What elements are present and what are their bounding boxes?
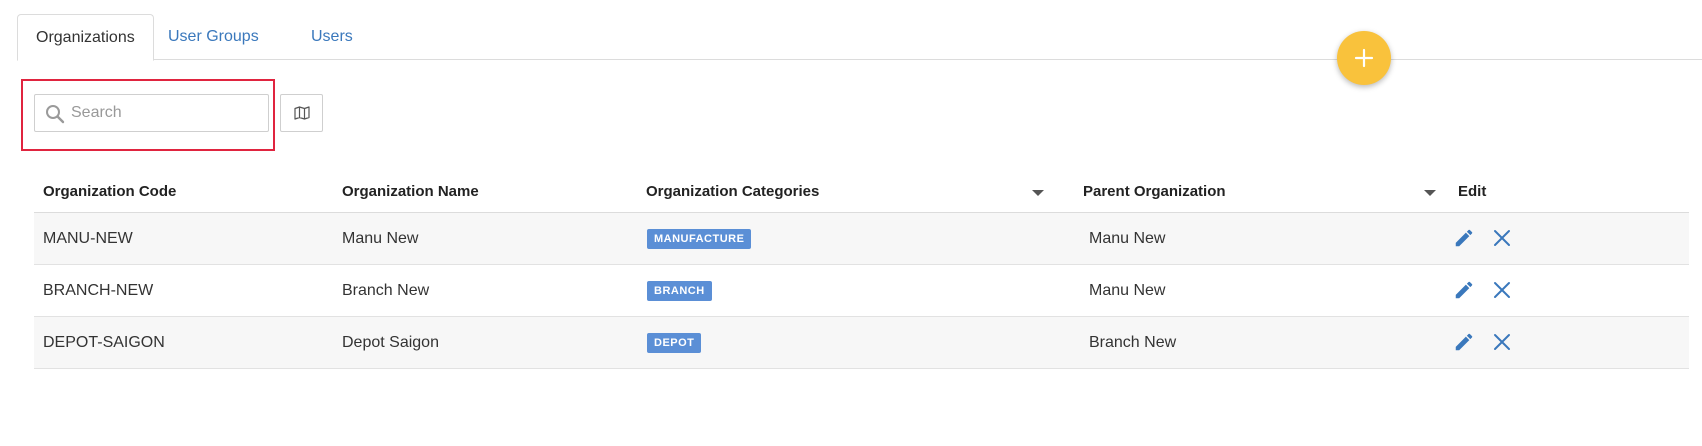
row-actions [1452, 226, 1514, 250]
cell-code: BRANCH-NEW [43, 282, 154, 299]
organizations-table: Organization Code Organization Name Orga… [34, 172, 1689, 369]
column-header-edit: Edit [1458, 183, 1487, 200]
cell-category: BRANCH [637, 265, 1074, 317]
row-actions [1452, 278, 1514, 302]
tab-bar: Organizations User Groups Users [17, 14, 1702, 61]
tab-users[interactable]: Users [293, 14, 371, 60]
table-row: BRANCH-NEW Branch New BRANCH Manu New [34, 265, 1689, 317]
close-icon [1494, 334, 1510, 350]
cell-parent: Manu New [1089, 282, 1166, 299]
search-input[interactable] [71, 95, 266, 131]
table-row: MANU-NEW Manu New MANUFACTURE Manu New [34, 213, 1689, 265]
delete-button[interactable] [1490, 278, 1514, 302]
pencil-icon [1455, 333, 1473, 351]
tab-user-groups[interactable]: User Groups [150, 14, 277, 60]
caret-down-icon[interactable] [1032, 190, 1044, 196]
category-badge: BRANCH [647, 280, 712, 301]
edit-button[interactable] [1452, 330, 1476, 354]
row-actions [1452, 330, 1514, 354]
table-header: Organization Code Organization Name Orga… [34, 172, 1689, 213]
edit-button[interactable] [1452, 226, 1476, 250]
cell-name: Depot Saigon [342, 334, 439, 351]
search-icon [46, 105, 65, 124]
edit-button[interactable] [1452, 278, 1476, 302]
pencil-icon [1455, 281, 1473, 299]
add-button[interactable] [1337, 31, 1391, 85]
delete-button[interactable] [1490, 330, 1514, 354]
table-row: DEPOT-SAIGON Depot Saigon DEPOT Branch N… [34, 317, 1689, 369]
map-icon [293, 106, 310, 120]
cell-category: MANUFACTURE [637, 213, 1074, 265]
column-header-categories-label: Organization Categories [646, 183, 820, 200]
close-icon [1494, 282, 1510, 298]
plus-icon [1354, 48, 1374, 68]
column-header-parent: Parent Organization [1074, 172, 1449, 212]
column-header-categories: Organization Categories [637, 172, 1074, 212]
caret-down-icon[interactable] [1424, 190, 1436, 196]
category-badge: MANUFACTURE [647, 228, 752, 249]
cell-code: MANU-NEW [43, 230, 133, 247]
column-header-parent-label: Parent Organization [1083, 183, 1226, 200]
cell-parent: Manu New [1089, 230, 1166, 247]
pencil-icon [1455, 229, 1473, 247]
category-badge: DEPOT [647, 332, 702, 353]
delete-button[interactable] [1490, 226, 1514, 250]
column-header-code: Organization Code [43, 183, 177, 200]
cell-code: DEPOT-SAIGON [43, 334, 165, 351]
column-header-name: Organization Name [342, 183, 479, 200]
cell-parent: Branch New [1089, 334, 1177, 351]
close-icon [1494, 230, 1510, 246]
tab-organizations[interactable]: Organizations [17, 14, 154, 61]
cell-name: Branch New [342, 282, 430, 299]
map-view-button[interactable] [280, 94, 323, 132]
search-box[interactable] [34, 94, 269, 132]
cell-category: DEPOT [637, 317, 1074, 369]
cell-name: Manu New [342, 230, 419, 247]
